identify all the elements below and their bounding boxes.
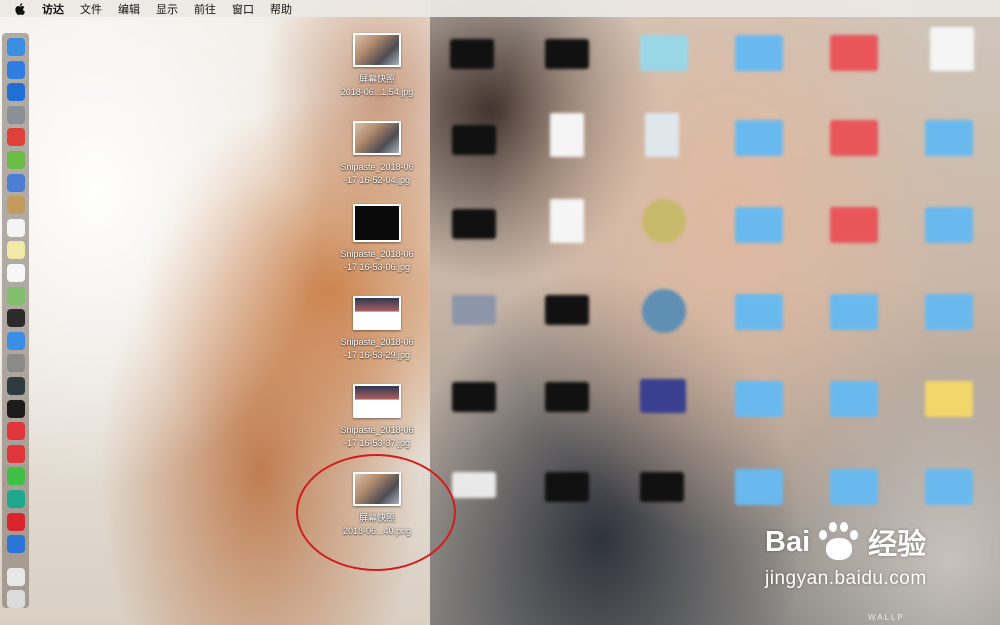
blurred-folder-icon bbox=[830, 381, 878, 417]
blurred-thumb-icon bbox=[452, 295, 496, 325]
blurred-folder-icon bbox=[830, 469, 878, 505]
download-icon[interactable] bbox=[7, 60, 25, 79]
baidu-brand-right: 经验 bbox=[868, 529, 927, 561]
menu-help[interactable]: 帮助 bbox=[270, 1, 292, 17]
blurred-folder-icon bbox=[735, 120, 783, 156]
file-name-line2: -17 16-52-04.jpg bbox=[343, 175, 411, 185]
menu-file[interactable]: 文件 bbox=[80, 1, 102, 17]
file-name-line2: -17 16-53-29.jpg bbox=[343, 350, 411, 360]
blurred-folder-icon bbox=[735, 35, 783, 71]
blurred-thumb-icon bbox=[452, 472, 496, 498]
baidu-brand: Bai 经验 bbox=[765, 520, 927, 564]
maps-icon[interactable] bbox=[7, 286, 25, 305]
trash-icon[interactable] bbox=[7, 590, 25, 609]
reminders-icon[interactable] bbox=[7, 264, 25, 282]
image-thumbnail-icon bbox=[353, 33, 401, 67]
blurred-doc-icon bbox=[645, 113, 679, 157]
blurred-app-icon bbox=[642, 199, 686, 243]
blurred-folder-icon bbox=[830, 294, 878, 330]
terminal-green-icon[interactable] bbox=[7, 309, 25, 328]
blurred-folder-icon bbox=[925, 207, 973, 243]
vivaldi-icon[interactable] bbox=[7, 422, 25, 441]
blurred-folder-icon bbox=[830, 207, 878, 243]
blurred-thumb-icon bbox=[545, 382, 589, 412]
yandex-icon[interactable] bbox=[7, 444, 25, 463]
blurred-folder-icon bbox=[925, 120, 973, 156]
document-icon[interactable] bbox=[7, 567, 25, 586]
menu-window[interactable]: 窗口 bbox=[232, 1, 254, 17]
safari-icon[interactable] bbox=[7, 83, 25, 102]
desktop-file[interactable]: Snipaste_2018-06 -17 16-53-29.jpg bbox=[327, 296, 427, 362]
file-name-line1: Snipaste_2018-06 bbox=[340, 425, 414, 435]
blurred-folder-icon bbox=[925, 469, 973, 505]
dock bbox=[2, 33, 29, 609]
desktop-file[interactable]: 屏幕快照 2018-06...1.54.jpg bbox=[327, 33, 427, 99]
file-name-line1: Snipaste_2018-06 bbox=[340, 337, 414, 347]
file-name-line1: Snipaste_2018-06 bbox=[340, 249, 414, 259]
menu-edit[interactable]: 编辑 bbox=[118, 1, 140, 17]
baidu-paw-icon bbox=[812, 520, 866, 564]
blurred-thumb-icon bbox=[450, 39, 494, 69]
finder-icon[interactable] bbox=[7, 38, 25, 56]
calendar-icon[interactable] bbox=[7, 218, 25, 237]
blurred-thumb-icon bbox=[452, 382, 496, 412]
file-name-line2: -17 16-53-06.jpg bbox=[343, 262, 411, 272]
image-thumbnail-icon bbox=[353, 121, 401, 155]
blurred-thumb-icon bbox=[452, 125, 496, 155]
baidu-watermark: Bai 经验 jingyan.baidu.com bbox=[765, 520, 927, 590]
blurred-folder-icon bbox=[735, 381, 783, 417]
blurred-thumb-icon bbox=[545, 295, 589, 325]
blurred-doc-icon bbox=[930, 27, 974, 71]
file-name-line2: -17 16-53-37.jpg bbox=[343, 438, 411, 448]
image-thumbnail-icon bbox=[353, 296, 401, 330]
file-name-line1: Snipaste_2018-06 bbox=[340, 162, 414, 172]
baidu-url: jingyan.baidu.com bbox=[765, 568, 927, 589]
blurred-folder-icon bbox=[925, 294, 973, 330]
desktop-file[interactable]: Snipaste_2018-06 -17 16-52-04.jpg bbox=[327, 121, 427, 187]
file-name-line2: 2018-06...1.54.jpg bbox=[340, 87, 414, 97]
blurred-doc-icon bbox=[550, 113, 584, 157]
desktop-file[interactable]: Snipaste_2018-06 -17 16-53-37.jpg bbox=[327, 384, 427, 450]
blurred-folder-icon bbox=[830, 35, 878, 71]
menu-bar: 访达 文件 编辑 显示 前往 窗口 帮助 bbox=[0, 0, 1000, 17]
wechat-icon[interactable] bbox=[7, 467, 25, 486]
launchpad-icon[interactable] bbox=[7, 105, 25, 124]
android-icon[interactable] bbox=[7, 151, 25, 169]
menu-go[interactable]: 前往 bbox=[194, 1, 216, 17]
preview-icon[interactable] bbox=[7, 173, 25, 192]
apple-menu-icon[interactable] bbox=[14, 2, 26, 15]
sogou-icon[interactable] bbox=[7, 535, 25, 554]
blurred-folder-icon bbox=[925, 381, 973, 417]
blurred-app-icon bbox=[642, 289, 686, 333]
image-thumbnail-icon bbox=[353, 384, 401, 418]
app-teal-icon[interactable] bbox=[7, 490, 25, 508]
image-thumbnail-icon bbox=[353, 204, 401, 242]
netease-music-icon[interactable] bbox=[7, 512, 25, 531]
blurred-thumb-icon bbox=[640, 472, 684, 502]
blurred-thumb-icon bbox=[640, 379, 686, 413]
app-store-icon[interactable] bbox=[7, 331, 25, 350]
notes-brown-icon[interactable] bbox=[7, 196, 25, 215]
wallpaper-watermark: WALLP bbox=[868, 613, 905, 622]
blurred-thumb-icon bbox=[545, 472, 589, 502]
system-preferences-icon[interactable] bbox=[7, 354, 25, 373]
desktop-file[interactable]: Snipaste_2018-06 -17 16-53-06.jpg bbox=[327, 204, 427, 274]
blurred-folder-icon bbox=[830, 120, 878, 156]
menu-finder[interactable]: 访达 bbox=[42, 1, 64, 17]
blurred-folder-icon bbox=[640, 35, 688, 71]
menu-view[interactable]: 显示 bbox=[156, 1, 178, 17]
blurred-thumb-icon bbox=[452, 209, 496, 239]
blurred-thumb-icon bbox=[545, 39, 589, 69]
activity-monitor-icon[interactable] bbox=[7, 377, 25, 395]
blurred-folder-icon bbox=[735, 207, 783, 243]
terminal-icon[interactable] bbox=[7, 399, 25, 418]
app-red-icon[interactable] bbox=[7, 128, 25, 147]
blurred-doc-icon bbox=[550, 199, 584, 243]
blurred-folder-icon bbox=[735, 294, 783, 330]
blurred-folder-icon bbox=[735, 469, 783, 505]
file-name-line1: 屏幕快照 bbox=[358, 74, 395, 84]
notes-icon[interactable] bbox=[7, 241, 25, 260]
baidu-brand-left: Bai bbox=[765, 525, 811, 558]
red-annotation-ellipse bbox=[296, 454, 456, 571]
